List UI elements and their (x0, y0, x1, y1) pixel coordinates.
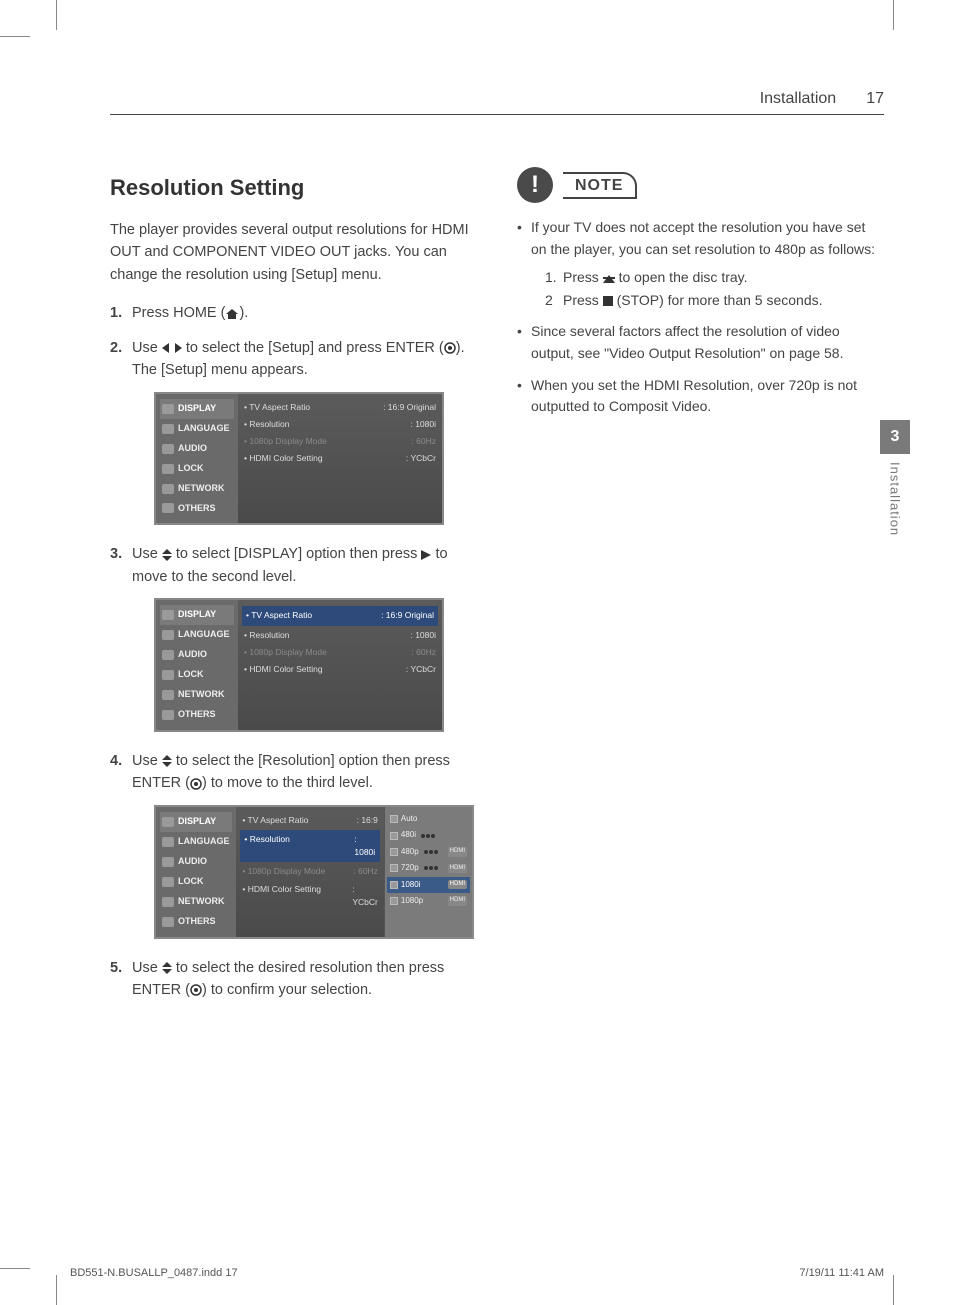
up-down-arrows-icon (162, 962, 172, 974)
note-item-3: When you set the HDMI Resolution, over 7… (517, 375, 884, 418)
osd-screenshot-1: DISPLAY LANGUAGE AUDIO LOCK NETWORK OTHE… (154, 392, 444, 526)
osd-sidebar: DISPLAY LANGUAGE AUDIO LOCK NETWORK OTHE… (156, 394, 238, 524)
step-2: 2. Use to select the [Setup] and press E… (110, 337, 477, 526)
side-tab: 3 Installation (880, 420, 910, 536)
up-down-arrows-icon (162, 549, 172, 561)
osd-screenshot-3: DISPLAY LANGUAGE AUDIO LOCK NETWORK OTHE… (154, 805, 474, 939)
enter-icon (190, 984, 202, 996)
note-list: If your TV does not accept the resolutio… (517, 217, 884, 418)
page-header: Installation 17 (110, 90, 884, 115)
footer-timestamp: 7/19/11 11:41 AM (799, 1267, 884, 1279)
page-footer: BD551-N.BUSALLP_0487.indd 17 7/19/11 11:… (70, 1267, 884, 1279)
osd-screenshot-2: DISPLAY LANGUAGE AUDIO LOCK NETWORK OTHE… (154, 598, 444, 732)
note-item-2: Since several factors affect the resolut… (517, 321, 884, 364)
header-page-number: 17 (866, 90, 884, 108)
enter-icon (190, 778, 202, 790)
note-item-1: If your TV does not accept the resolutio… (517, 217, 884, 311)
chapter-label: Installation (888, 462, 903, 536)
right-arrow-icon (421, 550, 431, 560)
step-4: 4. Use to select the [Resolution] option… (110, 750, 477, 939)
stop-icon (603, 296, 613, 306)
footer-filename: BD551-N.BUSALLP_0487.indd 17 (70, 1267, 238, 1279)
enter-icon (444, 342, 456, 354)
section-title: Resolution Setting (110, 175, 477, 201)
step-3: 3. Use to select [DISPLAY] option then p… (110, 543, 477, 732)
step-1: 1. Press HOME (). (110, 302, 477, 324)
resolution-popup: Auto 480i 480pHDMI 720pHDMI 1080iHDMI 10… (384, 807, 472, 937)
home-icon (225, 308, 239, 320)
step-5: 5. Use to select the desired resolution … (110, 957, 477, 1002)
chapter-number: 3 (880, 420, 910, 454)
left-right-arrows-icon (162, 343, 182, 353)
steps-list: 1. Press HOME (). 2. Use to select the [… (110, 302, 477, 1001)
eject-icon (603, 275, 615, 283)
note-title: NOTE (563, 172, 637, 199)
intro-paragraph: The player provides several output resol… (110, 219, 477, 286)
alert-icon: ! (517, 167, 553, 203)
header-section: Installation (760, 90, 837, 108)
note-header: ! NOTE (517, 167, 884, 203)
up-down-arrows-icon (162, 755, 172, 767)
